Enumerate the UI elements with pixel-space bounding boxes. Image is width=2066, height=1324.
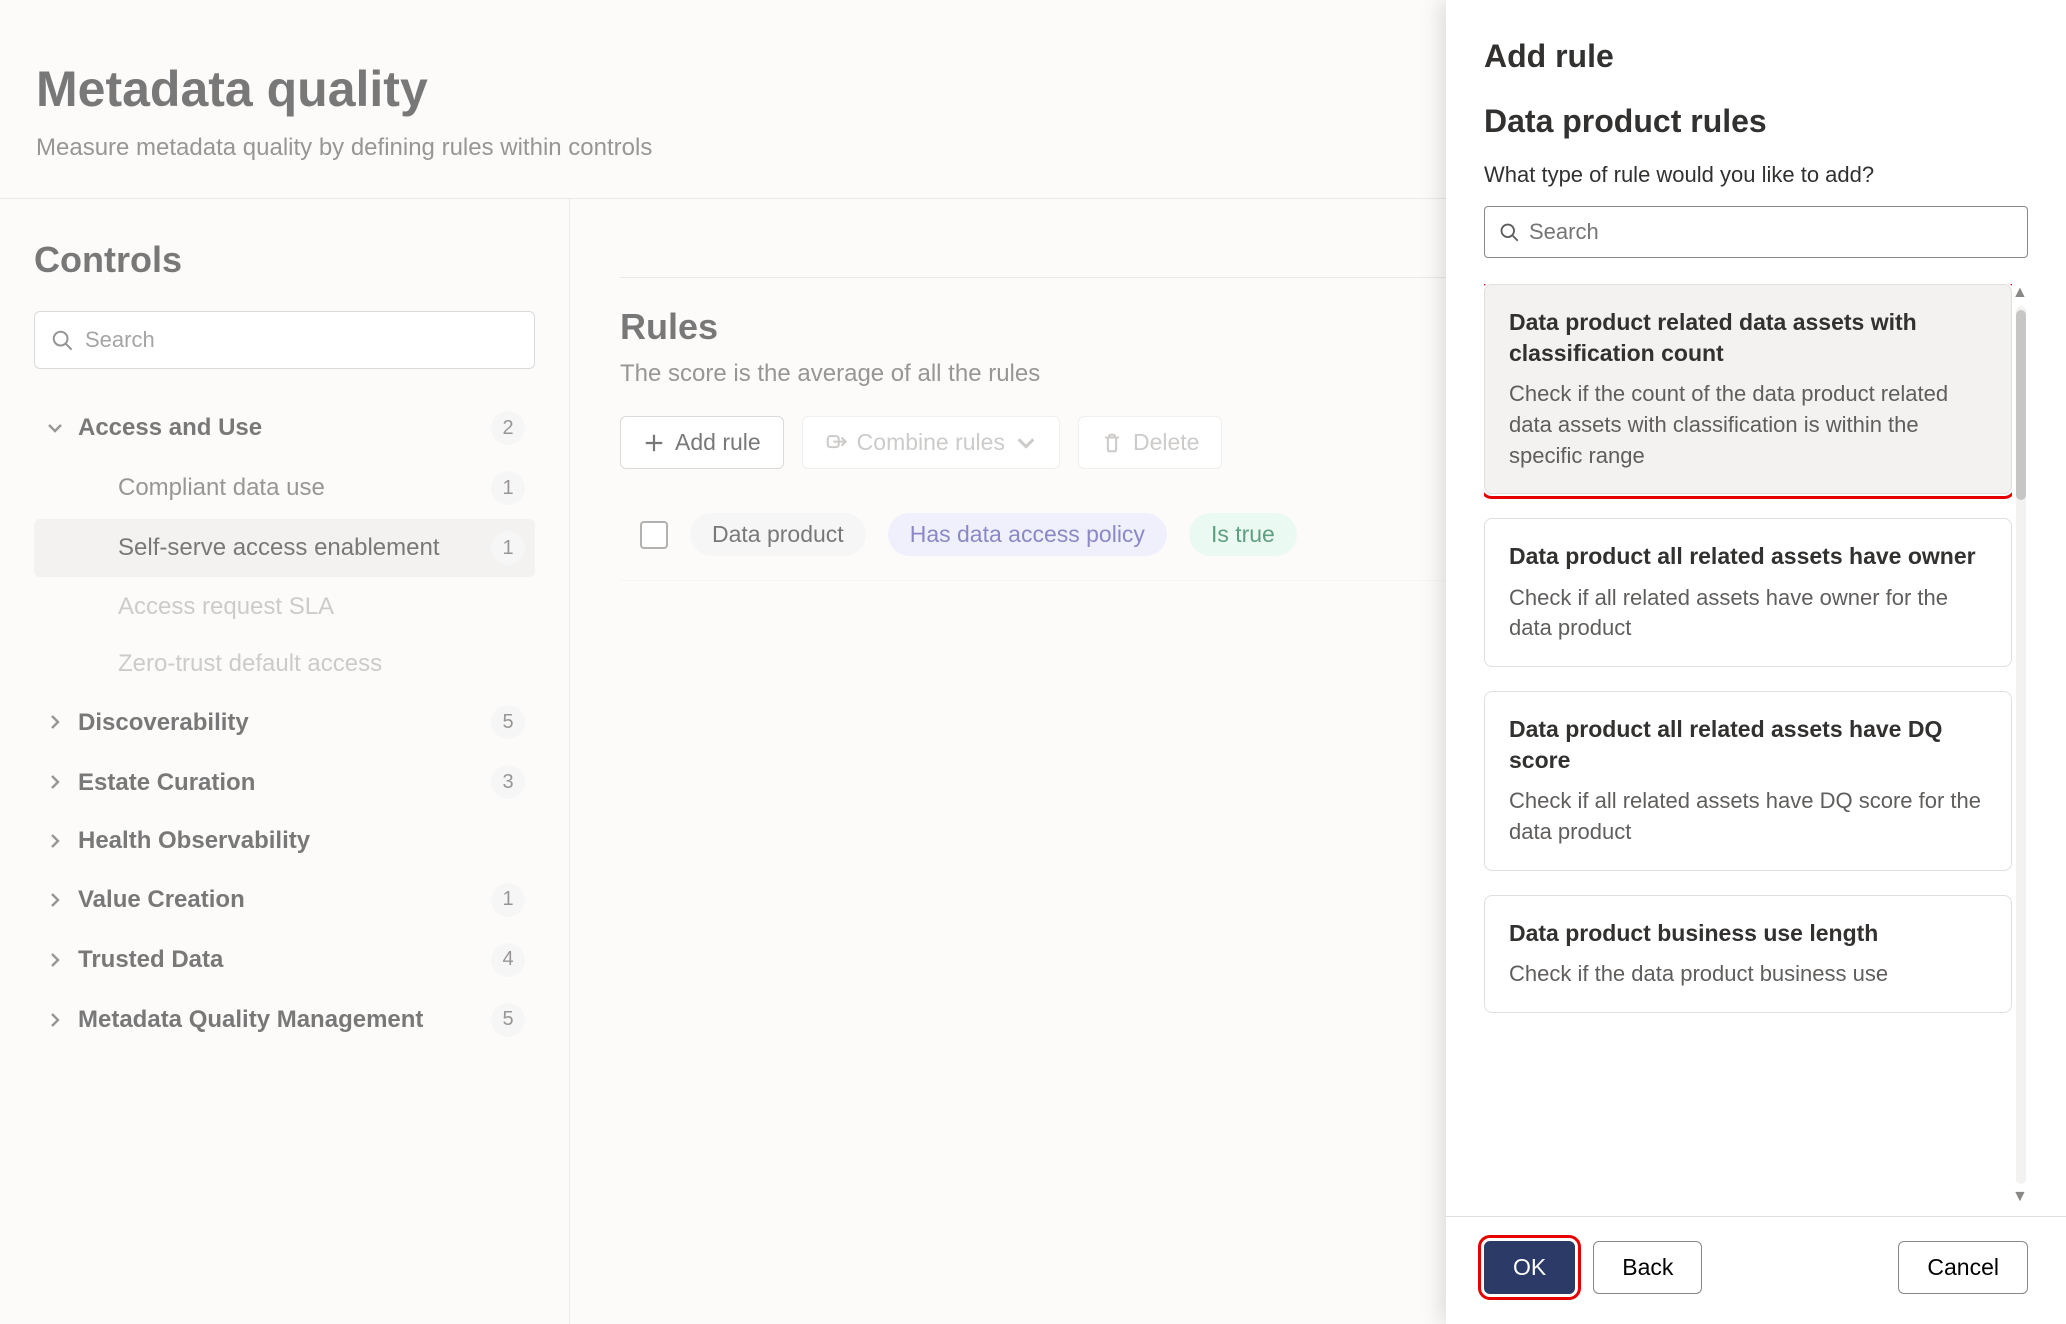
rule-type-card[interactable]: Data product related data assets with cl… (1484, 284, 2012, 494)
scroll-up-icon[interactable]: ▲ (2012, 284, 2030, 302)
rule-type-title: Data product all related assets have DQ … (1509, 714, 1987, 776)
panel-title: Add rule (1484, 38, 2028, 75)
rule-type-card[interactable]: Data product all related assets have own… (1484, 518, 2012, 667)
rule-type-desc: Check if all related assets have owner f… (1509, 583, 1987, 645)
panel-search[interactable] (1484, 206, 2028, 258)
rule-type-card[interactable]: Data product business use length Check i… (1484, 895, 2012, 1013)
panel-search-input[interactable] (1529, 219, 2013, 245)
panel-subtitle: Data product rules (1484, 103, 2028, 140)
search-icon (1499, 222, 1519, 242)
scrollbar[interactable]: ▲ ▼ (2012, 284, 2030, 1206)
rule-type-desc: Check if the count of the data product r… (1509, 379, 1987, 471)
rule-type-title: Data product related data assets with cl… (1509, 307, 1987, 369)
back-button[interactable]: Back (1593, 1241, 1702, 1294)
ok-button[interactable]: OK (1484, 1241, 1575, 1294)
panel-question: What type of rule would you like to add? (1484, 162, 2028, 188)
rule-type-title: Data product all related assets have own… (1509, 541, 1987, 572)
rule-type-desc: Check if the data product business use (1509, 959, 1987, 990)
rule-type-card[interactable]: Data product all related assets have DQ … (1484, 691, 2012, 871)
scroll-thumb[interactable] (2016, 310, 2026, 500)
cancel-button[interactable]: Cancel (1898, 1241, 2028, 1294)
rule-type-desc: Check if all related assets have DQ scor… (1509, 786, 1987, 848)
rule-type-list: Data product related data assets with cl… (1484, 284, 2028, 1206)
rule-type-title: Data product business use length (1509, 918, 1987, 949)
scroll-down-icon[interactable]: ▼ (2012, 1188, 2030, 1206)
add-rule-panel: Add rule Data product rules What type of… (1446, 0, 2066, 1324)
panel-footer: OK Back Cancel (1446, 1216, 2066, 1324)
scroll-track[interactable] (2016, 306, 2026, 1184)
